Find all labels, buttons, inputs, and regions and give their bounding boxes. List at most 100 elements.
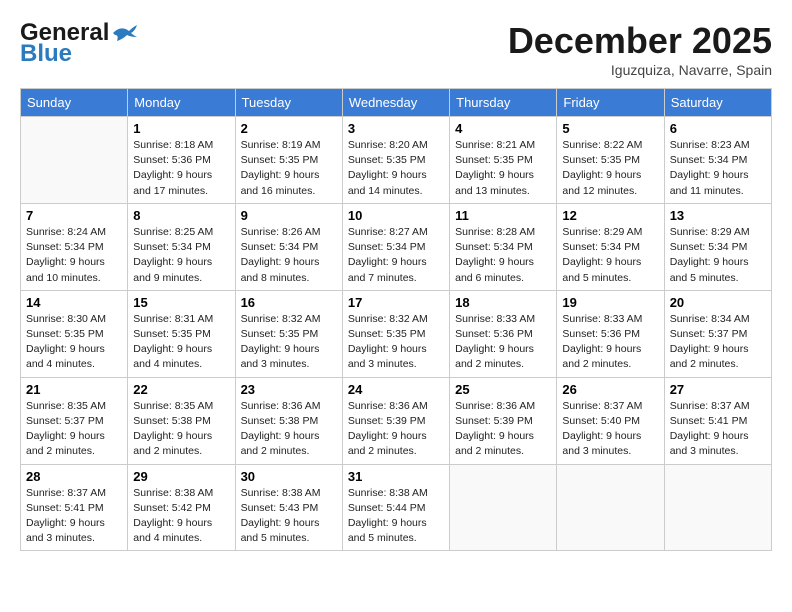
day-number: 26 <box>562 382 658 397</box>
day-info: Sunrise: 8:21 AMSunset: 5:35 PMDaylight:… <box>455 138 551 199</box>
day-info: Sunrise: 8:30 AMSunset: 5:35 PMDaylight:… <box>26 312 122 373</box>
calendar-cell: 2Sunrise: 8:19 AMSunset: 5:35 PMDaylight… <box>235 117 342 204</box>
day-info: Sunrise: 8:27 AMSunset: 5:34 PMDaylight:… <box>348 225 444 286</box>
calendar-cell: 22 Sunrise: 8:35 AMSunset: 5:38 PMDayligh… <box>128 377 235 464</box>
day-number: 20 <box>670 295 766 310</box>
day-number: 12 <box>562 208 658 223</box>
calendar-cell: 11 Sunrise: 8:28 AMSunset: 5:34 PMDayligh… <box>450 203 557 290</box>
day-info: Sunrise: 8:36 AMSunset: 5:39 PMDaylight:… <box>348 399 444 460</box>
calendar-cell: 30 Sunrise: 8:38 AMSunset: 5:43 PMDayligh… <box>235 464 342 551</box>
day-info: Sunrise: 8:38 AMSunset: 5:43 PMDaylight:… <box>241 486 337 547</box>
calendar-day-header: Tuesday <box>235 89 342 117</box>
day-number: 24 <box>348 382 444 397</box>
day-number: 31 <box>348 469 444 484</box>
calendar-cell: 15Sunrise: 8:31 AMSunset: 5:35 PMDayligh… <box>128 290 235 377</box>
calendar-cell: 21Sunrise: 8:35 AMSunset: 5:37 PMDayligh… <box>21 377 128 464</box>
day-info: Sunrise: 8:18 AMSunset: 5:36 PMDaylight:… <box>133 138 229 199</box>
day-number: 30 <box>241 469 337 484</box>
day-info: Sunrise: 8:37 AMSunset: 5:41 PMDaylight:… <box>26 486 122 547</box>
day-number: 1 <box>133 121 229 136</box>
location: Iguzquiza, Navarre, Spain <box>508 62 772 78</box>
day-info: Sunrise: 8:29 AMSunset: 5:34 PMDaylight:… <box>670 225 766 286</box>
calendar-cell: 25 Sunrise: 8:36 AMSunset: 5:39 PMDayligh… <box>450 377 557 464</box>
day-info: Sunrise: 8:19 AMSunset: 5:35 PMDaylight:… <box>241 138 337 199</box>
day-number: 23 <box>241 382 337 397</box>
day-info: Sunrise: 8:35 AMSunset: 5:37 PMDaylight:… <box>26 399 122 460</box>
title-block: December 2025 Iguzquiza, Navarre, Spain <box>508 20 772 78</box>
day-info: Sunrise: 8:26 AMSunset: 5:34 PMDaylight:… <box>241 225 337 286</box>
calendar-cell: 13 Sunrise: 8:29 AMSunset: 5:34 PMDayligh… <box>664 203 771 290</box>
calendar-cell: 12 Sunrise: 8:29 AMSunset: 5:34 PMDayligh… <box>557 203 664 290</box>
calendar-cell: 28Sunrise: 8:37 AMSunset: 5:41 PMDayligh… <box>21 464 128 551</box>
calendar-day-header: Monday <box>128 89 235 117</box>
day-number: 19 <box>562 295 658 310</box>
day-info: Sunrise: 8:38 AMSunset: 5:42 PMDaylight:… <box>133 486 229 547</box>
calendar-cell: 1 Sunrise: 8:18 AMSunset: 5:36 PMDaylight… <box>128 117 235 204</box>
day-number: 10 <box>348 208 444 223</box>
calendar-cell: 26 Sunrise: 8:37 AMSunset: 5:40 PMDayligh… <box>557 377 664 464</box>
calendar-cell: 29Sunrise: 8:38 AMSunset: 5:42 PMDayligh… <box>128 464 235 551</box>
day-number: 14 <box>26 295 122 310</box>
calendar-day-header: Saturday <box>664 89 771 117</box>
day-number: 4 <box>455 121 551 136</box>
day-info: Sunrise: 8:37 AMSunset: 5:40 PMDaylight:… <box>562 399 658 460</box>
day-info: Sunrise: 8:20 AMSunset: 5:35 PMDaylight:… <box>348 138 444 199</box>
day-info: Sunrise: 8:33 AMSunset: 5:36 PMDaylight:… <box>455 312 551 373</box>
day-number: 27 <box>670 382 766 397</box>
logo-bird-icon <box>111 23 139 43</box>
day-number: 5 <box>562 121 658 136</box>
calendar-cell: 3 Sunrise: 8:20 AMSunset: 5:35 PMDaylight… <box>342 117 449 204</box>
day-info: Sunrise: 8:29 AMSunset: 5:34 PMDaylight:… <box>562 225 658 286</box>
day-number: 18 <box>455 295 551 310</box>
calendar-cell: 10 Sunrise: 8:27 AMSunset: 5:34 PMDayligh… <box>342 203 449 290</box>
calendar-day-header: Sunday <box>21 89 128 117</box>
logo: General Blue <box>20 20 139 68</box>
day-info: Sunrise: 8:35 AMSunset: 5:38 PMDaylight:… <box>133 399 229 460</box>
calendar-cell <box>450 464 557 551</box>
month-title: December 2025 <box>508 20 772 62</box>
calendar-cell: 17Sunrise: 8:32 AMSunset: 5:35 PMDayligh… <box>342 290 449 377</box>
day-info: Sunrise: 8:32 AMSunset: 5:35 PMDaylight:… <box>348 312 444 373</box>
day-info: Sunrise: 8:36 AMSunset: 5:38 PMDaylight:… <box>241 399 337 460</box>
page-header: General Blue December 2025 Iguzquiza, Na… <box>20 20 772 78</box>
day-number: 13 <box>670 208 766 223</box>
calendar-table: SundayMondayTuesdayWednesdayThursdayFrid… <box>20 88 772 551</box>
calendar-day-header: Friday <box>557 89 664 117</box>
day-number: 22 <box>133 382 229 397</box>
day-info: Sunrise: 8:36 AMSunset: 5:39 PMDaylight:… <box>455 399 551 460</box>
calendar-week-row: 14 Sunrise: 8:30 AMSunset: 5:35 PMDayligh… <box>21 290 772 377</box>
day-number: 8 <box>133 208 229 223</box>
logo-blue-text: Blue <box>20 40 72 68</box>
calendar-day-header: Wednesday <box>342 89 449 117</box>
day-info: Sunrise: 8:25 AMSunset: 5:34 PMDaylight:… <box>133 225 229 286</box>
calendar-header-row: SundayMondayTuesdayWednesdayThursdayFrid… <box>21 89 772 117</box>
calendar-cell: 16Sunrise: 8:32 AMSunset: 5:35 PMDayligh… <box>235 290 342 377</box>
calendar-cell: 27 Sunrise: 8:37 AMSunset: 5:41 PMDayligh… <box>664 377 771 464</box>
day-info: Sunrise: 8:37 AMSunset: 5:41 PMDaylight:… <box>670 399 766 460</box>
day-info: Sunrise: 8:28 AMSunset: 5:34 PMDaylight:… <box>455 225 551 286</box>
calendar-cell: 8 Sunrise: 8:25 AMSunset: 5:34 PMDaylight… <box>128 203 235 290</box>
calendar-cell <box>664 464 771 551</box>
day-number: 25 <box>455 382 551 397</box>
calendar-cell: 9Sunrise: 8:26 AMSunset: 5:34 PMDaylight… <box>235 203 342 290</box>
day-number: 11 <box>455 208 551 223</box>
calendar-cell: 14 Sunrise: 8:30 AMSunset: 5:35 PMDayligh… <box>21 290 128 377</box>
calendar-cell: 6Sunrise: 8:23 AMSunset: 5:34 PMDaylight… <box>664 117 771 204</box>
calendar-cell: 19Sunrise: 8:33 AMSunset: 5:36 PMDayligh… <box>557 290 664 377</box>
calendar-day-header: Thursday <box>450 89 557 117</box>
calendar-cell <box>21 117 128 204</box>
day-number: 3 <box>348 121 444 136</box>
day-info: Sunrise: 8:32 AMSunset: 5:35 PMDaylight:… <box>241 312 337 373</box>
day-info: Sunrise: 8:24 AMSunset: 5:34 PMDaylight:… <box>26 225 122 286</box>
calendar-cell: 24 Sunrise: 8:36 AMSunset: 5:39 PMDayligh… <box>342 377 449 464</box>
calendar-week-row: 28Sunrise: 8:37 AMSunset: 5:41 PMDayligh… <box>21 464 772 551</box>
day-info: Sunrise: 8:23 AMSunset: 5:34 PMDaylight:… <box>670 138 766 199</box>
day-info: Sunrise: 8:34 AMSunset: 5:37 PMDaylight:… <box>670 312 766 373</box>
calendar-cell: 7 Sunrise: 8:24 AMSunset: 5:34 PMDaylight… <box>21 203 128 290</box>
calendar-week-row: 1 Sunrise: 8:18 AMSunset: 5:36 PMDaylight… <box>21 117 772 204</box>
calendar-cell: 18 Sunrise: 8:33 AMSunset: 5:36 PMDayligh… <box>450 290 557 377</box>
calendar-week-row: 21Sunrise: 8:35 AMSunset: 5:37 PMDayligh… <box>21 377 772 464</box>
calendar-cell: 4 Sunrise: 8:21 AMSunset: 5:35 PMDaylight… <box>450 117 557 204</box>
day-number: 7 <box>26 208 122 223</box>
calendar-cell: 31Sunrise: 8:38 AMSunset: 5:44 PMDayligh… <box>342 464 449 551</box>
